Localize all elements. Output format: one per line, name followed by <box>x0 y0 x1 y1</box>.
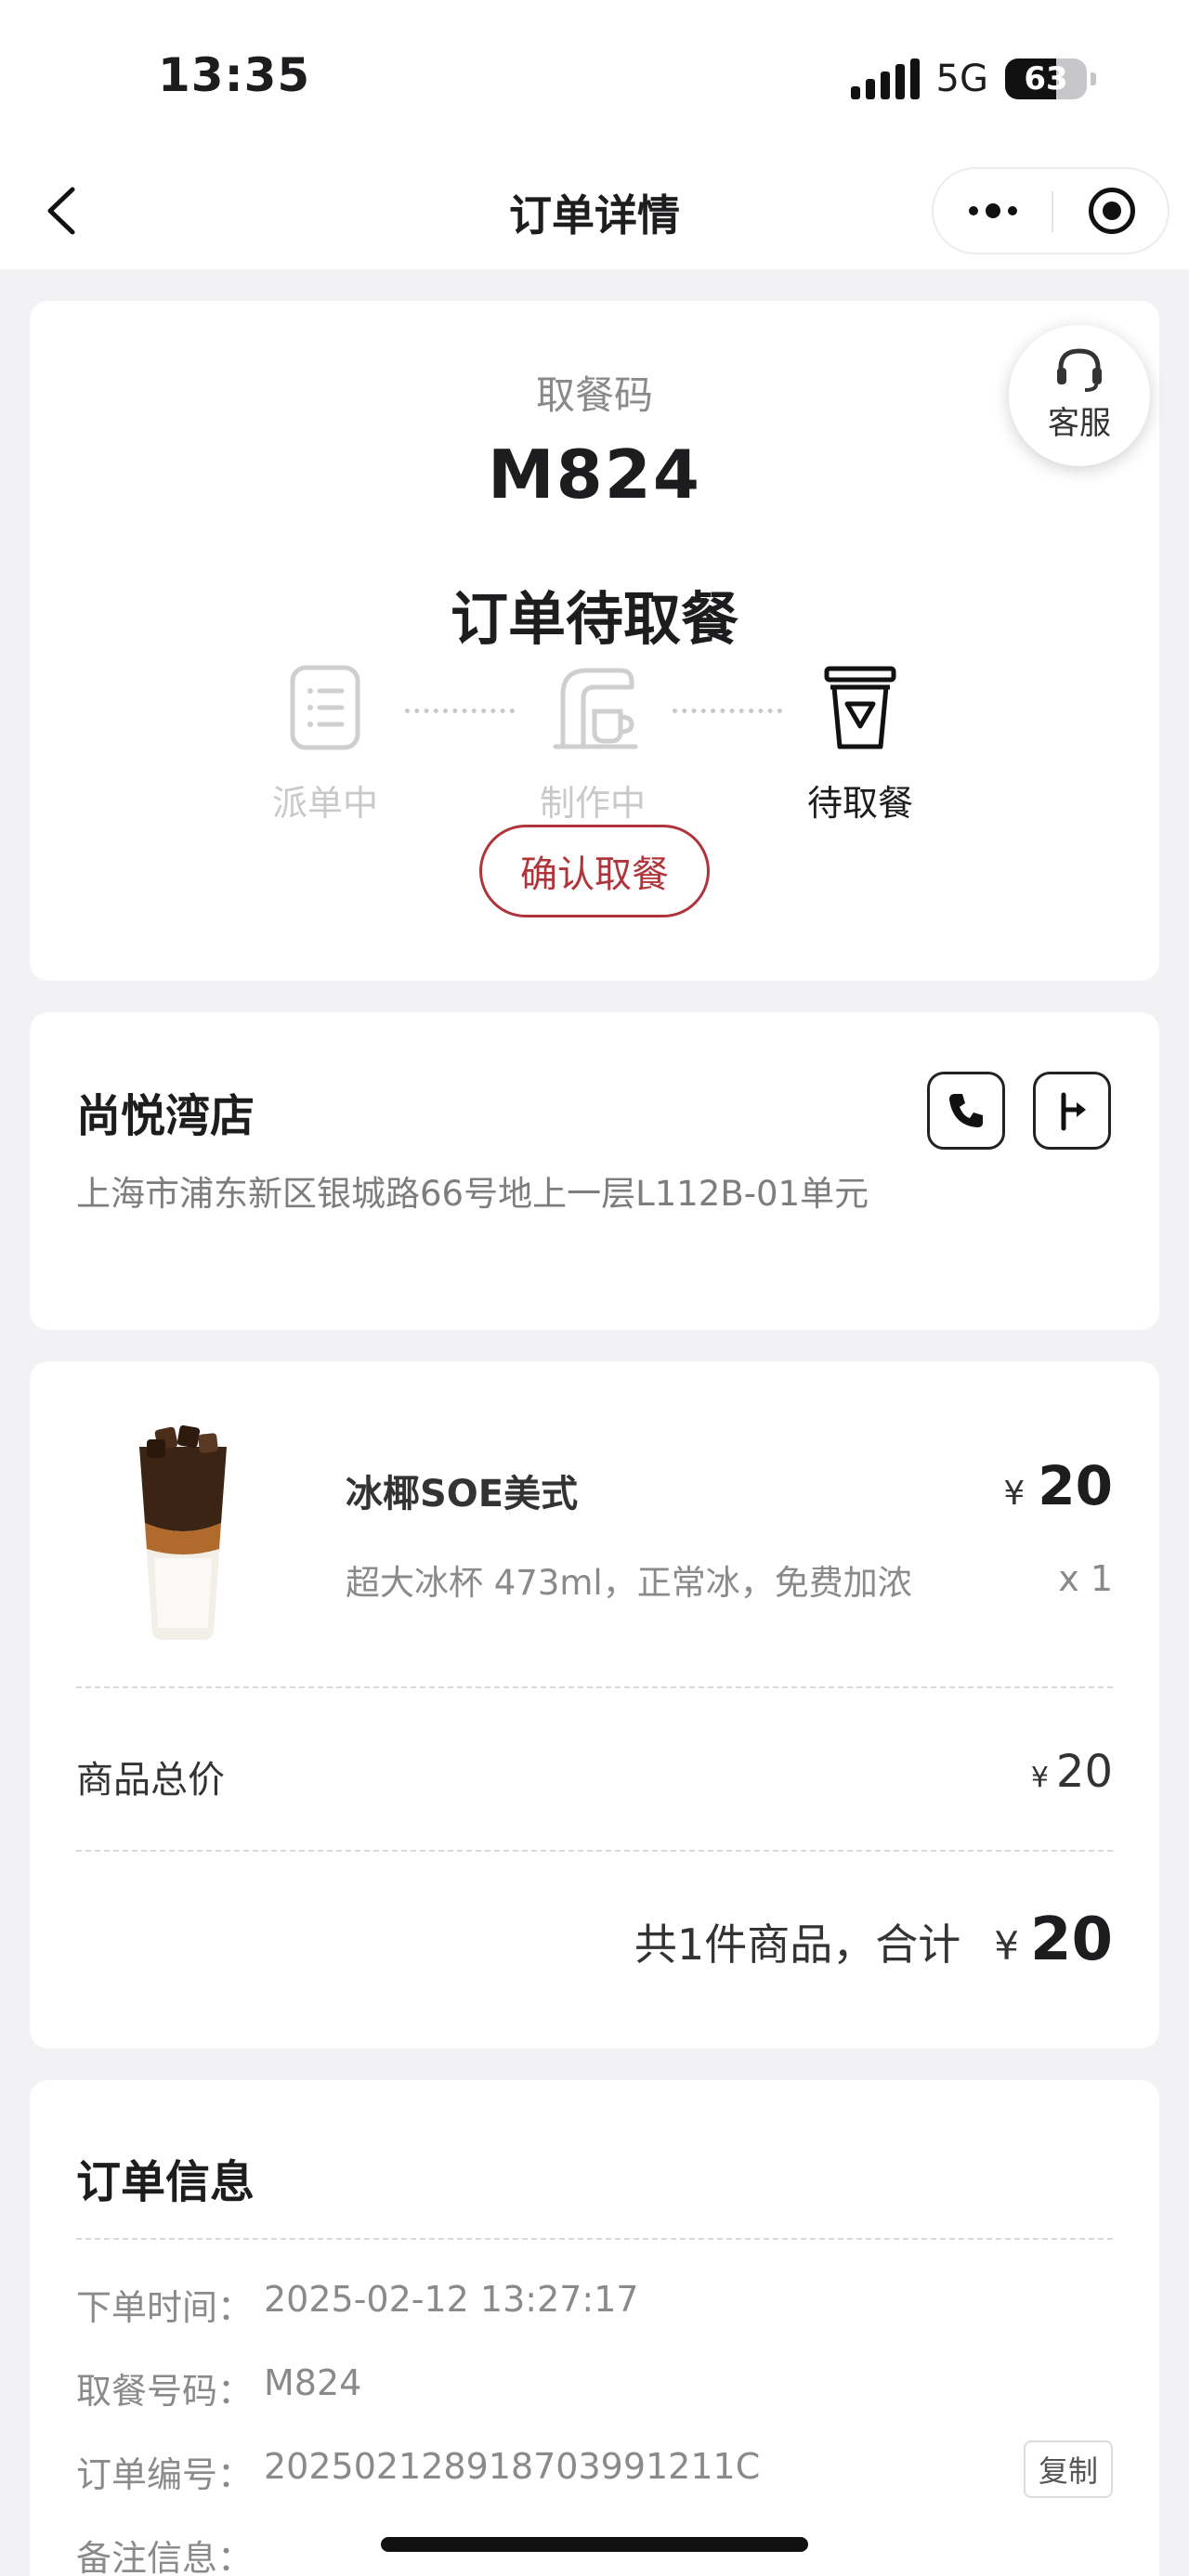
divider <box>76 1850 1113 1852</box>
pickup-number-row: 取餐号码： M824 <box>76 2362 361 2413</box>
store-name: 尚悦湾店 <box>76 1090 255 1142</box>
store-address: 上海市浦东新区银城路66号地上一层L112B-01单元 <box>76 1174 869 1214</box>
subtotal-value: 20 <box>1055 1746 1113 1798</box>
currency-symbol: ¥ <box>994 1923 1019 1969</box>
product-price: ¥ 20 <box>1003 1454 1113 1517</box>
mini-program-capsule <box>932 167 1169 254</box>
battery-icon: 63 <box>1005 59 1087 99</box>
product-spec: 超大冰杯 473ml，正常冰，免费加浓 <box>346 1563 912 1603</box>
currency-symbol: ¥ <box>1030 1762 1049 1794</box>
order-info-title: 订单信息 <box>76 2156 255 2208</box>
order-list-icon <box>290 665 360 750</box>
step-connector <box>673 709 782 714</box>
subtotal-price: ¥ 20 <box>1031 1746 1113 1798</box>
order-time-row: 下单时间： 2025-02-12 13:27:17 <box>76 2279 639 2330</box>
battery-level: 63 <box>1024 60 1068 98</box>
directions-icon <box>1061 1092 1086 1131</box>
order-number-row: 订单编号： 20250212891870399121​1C <box>76 2446 760 2497</box>
navigate-store-button[interactable] <box>1033 1072 1111 1150</box>
more-button[interactable] <box>934 169 1052 253</box>
remarks-row: 备注信息： <box>76 2530 264 2576</box>
cup-icon <box>824 666 896 749</box>
order-info-card: 订单信息 下单时间： 2025-02-12 13:27:17 取餐号码： M82… <box>30 2080 1159 2576</box>
product-card: 冰椰SOE美式 超大冰杯 473ml，正常冰，免费加浓 ¥ 20 x 1 商品总… <box>30 1361 1159 2049</box>
customer-service-button[interactable]: 客服 <box>1009 325 1150 466</box>
target-icon <box>1088 188 1135 234</box>
step-ready: 待取餐 <box>786 663 934 826</box>
info-key: 备注信息： <box>76 2538 254 2576</box>
battery-tip <box>1091 72 1096 85</box>
confirm-pickup-button[interactable]: 确认取餐 <box>479 825 710 917</box>
headset-icon <box>1057 348 1102 392</box>
product-name: 冰椰SOE美式 <box>346 1473 579 1516</box>
total-value: 20 <box>1029 1906 1113 1974</box>
order-status: 订单待取餐 <box>450 585 738 653</box>
step-label: 派单中 <box>271 783 378 824</box>
info-key: 下单时间： <box>76 2287 254 2328</box>
step-making: 制作中 <box>518 663 667 826</box>
call-store-button[interactable] <box>927 1072 1005 1150</box>
order-total: 共1件商品，合计 ¥ 20 <box>634 1906 1113 1974</box>
pickup-code: M824 <box>488 436 701 514</box>
pickup-card: 取餐码 M824 订单待取餐 派单中 制作中 待取餐 确认取餐 客服 <box>30 301 1159 981</box>
status-indicators: 5G 63 <box>850 58 1087 100</box>
signal-icon <box>850 59 920 99</box>
total-label: 共1件商品，合计 <box>634 1919 961 1970</box>
info-value: 2025-02-12 13:27:17 <box>264 2279 639 2320</box>
info-value: 20250212891870399121​1C <box>264 2446 761 2487</box>
product-price-value: 20 <box>1038 1454 1113 1517</box>
customer-service-label: 客服 <box>1048 405 1111 442</box>
step-label: 制作中 <box>539 783 646 824</box>
info-key: 订单编号： <box>76 2454 254 2495</box>
currency-symbol: ¥ <box>1003 1475 1026 1513</box>
divider <box>76 2238 1113 2240</box>
home-indicator <box>381 2537 808 2552</box>
product-quantity: x 1 <box>1058 1558 1113 1599</box>
phone-icon <box>949 1094 983 1127</box>
divider <box>76 1686 1113 1688</box>
info-key: 取餐号码： <box>76 2371 254 2412</box>
close-mini-program-button[interactable] <box>1053 169 1169 253</box>
store-card: 尚悦湾店 上海市浦东新区银城路66号地上一层L112B-01单元 <box>30 1012 1159 1330</box>
copy-order-number-button[interactable]: 复制 <box>1024 2440 1113 2498</box>
step-label: 待取餐 <box>806 783 913 824</box>
product-image <box>139 1425 227 1640</box>
step-connector <box>405 709 515 714</box>
pickup-code-label: 取餐码 <box>535 372 653 418</box>
info-value: M824 <box>264 2362 362 2403</box>
coffee-machine-icon <box>553 668 638 749</box>
subtotal-label: 商品总价 <box>76 1759 225 1802</box>
top-bar: 13:35 5G 63 订单详情 <box>0 0 1189 269</box>
status-time: 13:35 <box>158 48 311 102</box>
step-dispatching: 派单中 <box>251 663 399 826</box>
network-type: 5G <box>935 58 988 100</box>
